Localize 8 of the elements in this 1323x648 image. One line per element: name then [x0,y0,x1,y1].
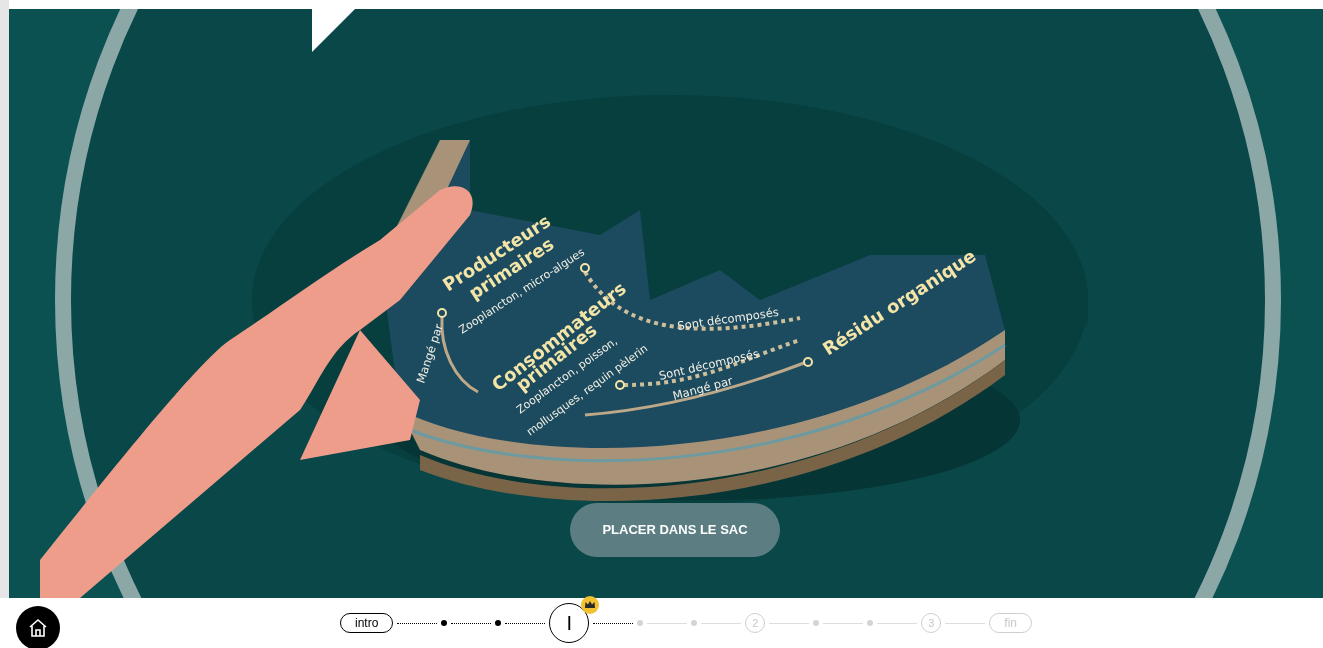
home-button[interactable] [16,606,60,648]
home-icon [27,617,49,639]
crown-icon [581,596,600,614]
step-pill[interactable]: intro [340,613,394,633]
place-in-bag-button[interactable]: PLACER DANS LE SAC [570,503,780,557]
arrow-label: Sont décomposés [676,304,780,333]
chapter-step[interactable]: I [549,603,590,643]
corner-tab [312,9,355,52]
